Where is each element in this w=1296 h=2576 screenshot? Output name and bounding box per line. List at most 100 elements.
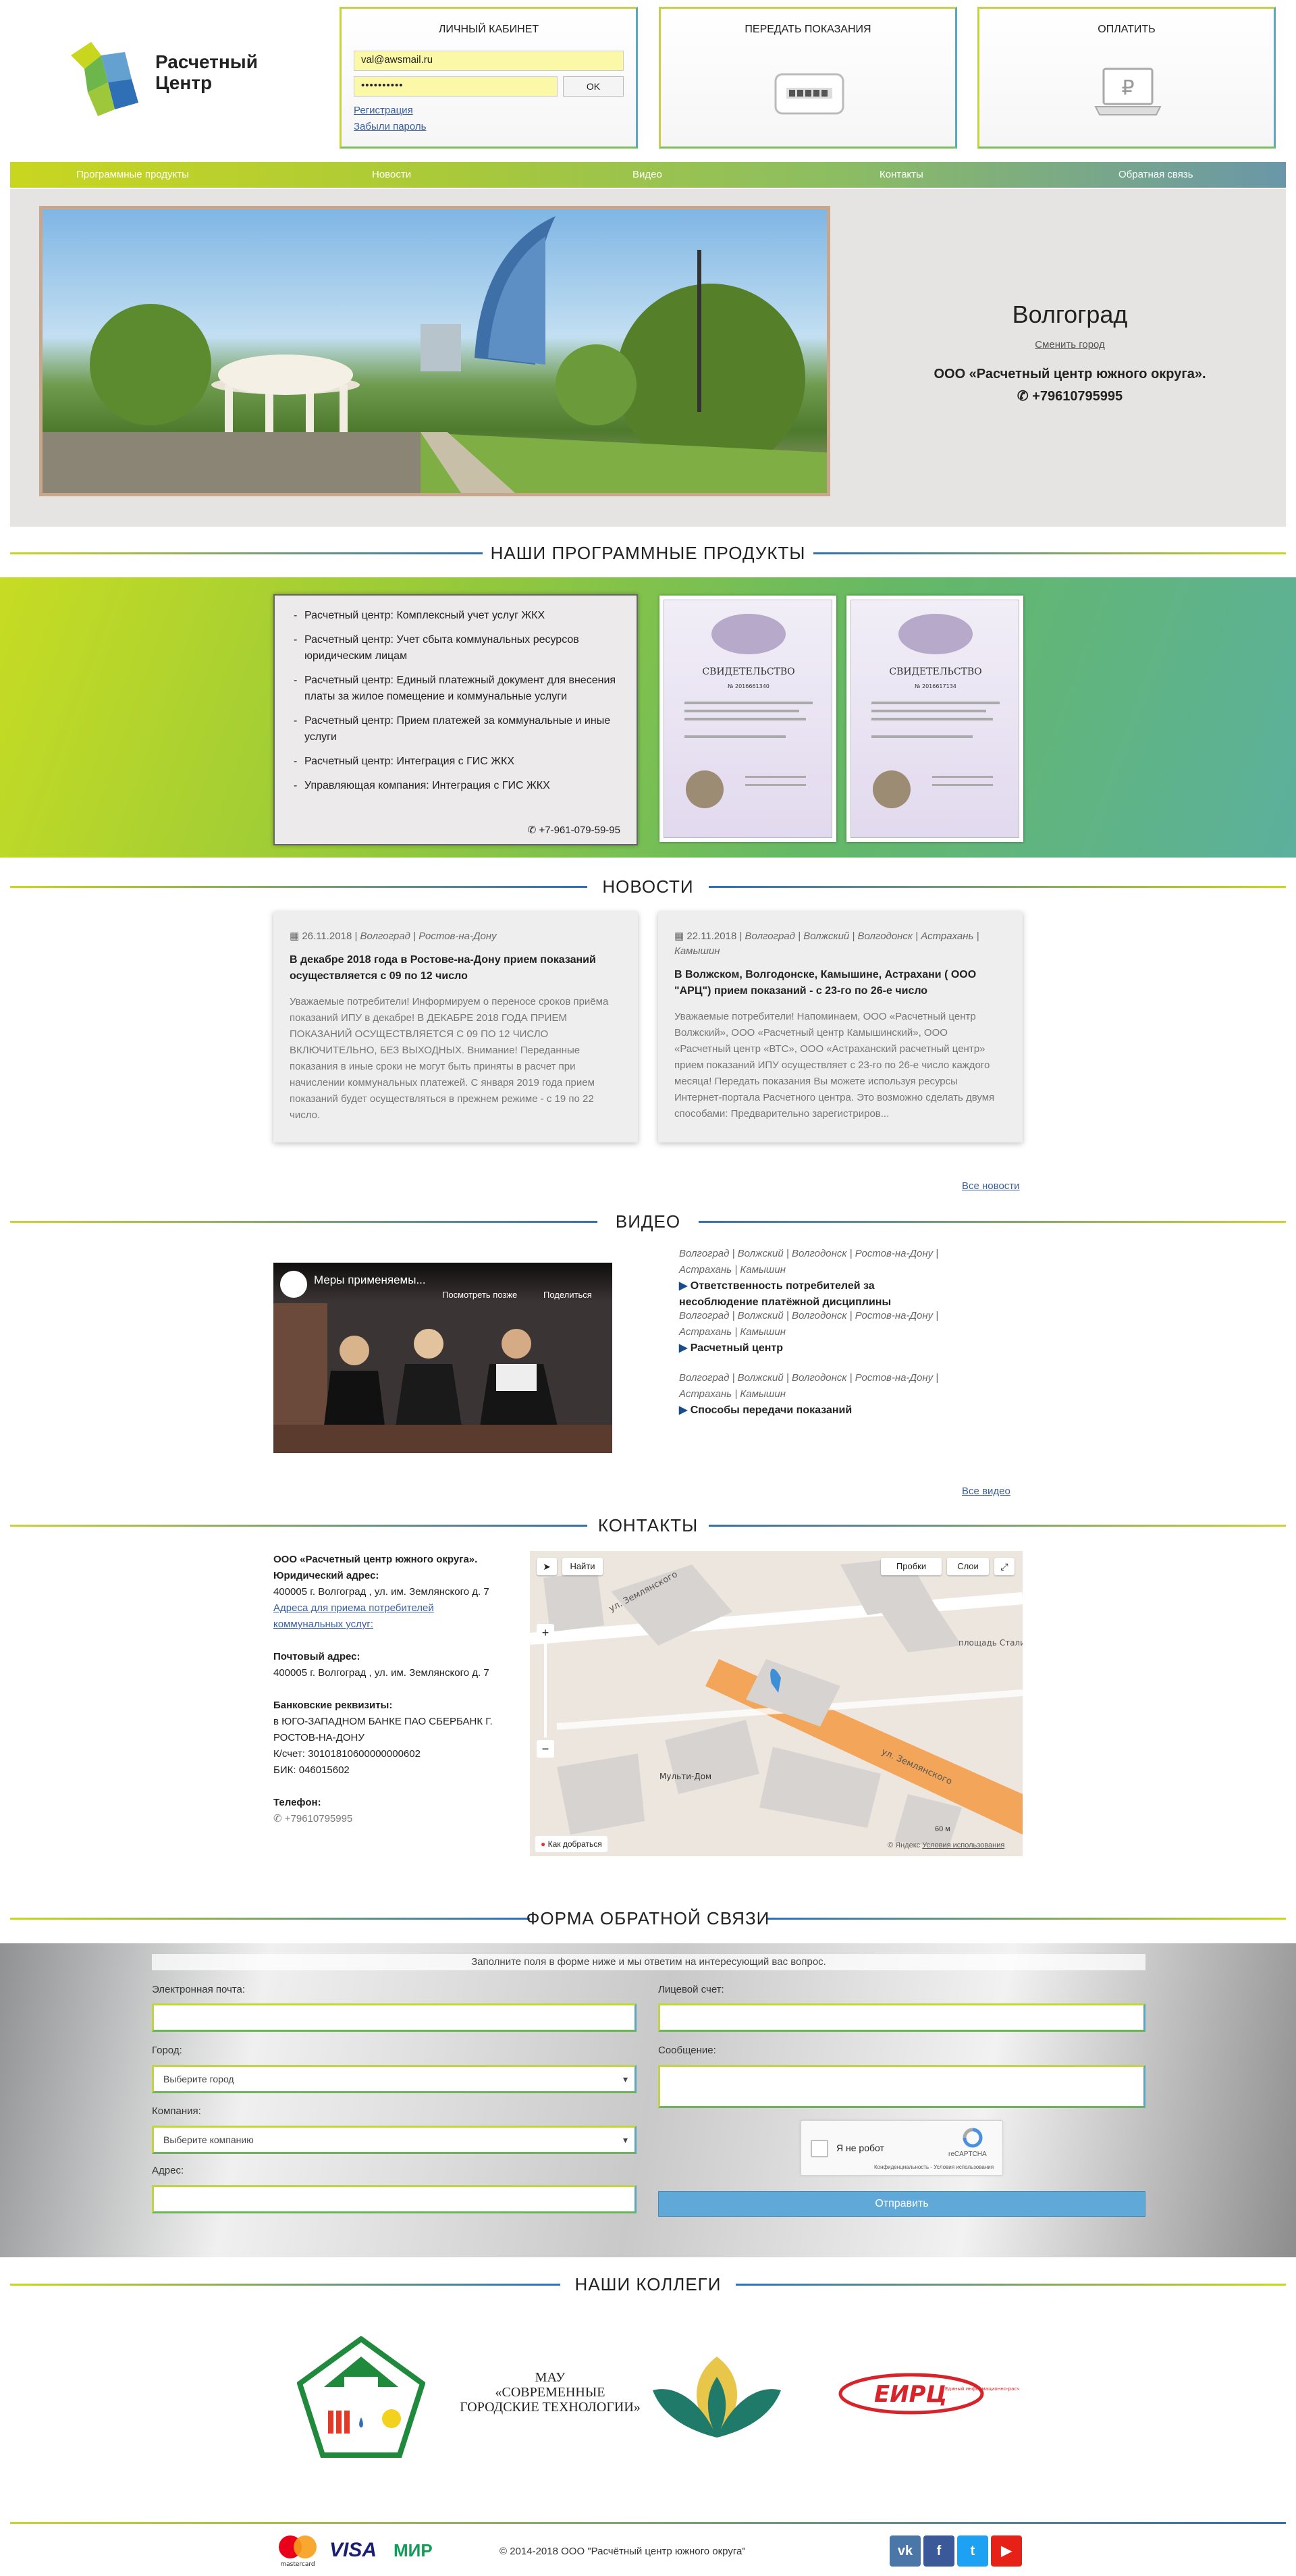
zoom-in-icon[interactable]: + xyxy=(537,1624,554,1641)
video-name[interactable]: ▶ Ответственность потребителей за несобл… xyxy=(679,1278,949,1311)
locate-icon[interactable]: ➤ xyxy=(537,1558,557,1575)
video-list: Волгоград | Волжский | Волгодонск | Рост… xyxy=(679,1246,949,1432)
news-card[interactable]: ▦ 26.11.2018 | Волгоград | Ростов-на-Дон… xyxy=(273,912,638,1142)
news-meta: ▦ 22.11.2018 | Волгоград | Волжский | Во… xyxy=(674,930,979,957)
city-photo xyxy=(39,206,830,496)
recaptcha-terms[interactable]: Конфиденциальность - Условия использован… xyxy=(874,2164,994,2170)
bank-label: Банковские реквизиты: xyxy=(273,1700,393,1711)
zoom-out-icon[interactable]: − xyxy=(537,1740,554,1758)
video-name[interactable]: ▶ Расчетный центр xyxy=(679,1340,949,1357)
recaptcha-label: Я не робот xyxy=(836,2143,884,2153)
map-search-button[interactable]: Найти xyxy=(562,1558,603,1575)
zoom-slider[interactable] xyxy=(544,1643,547,1737)
certificate-1[interactable]: СВИДЕТЕЛЬСТВО № 2016661340 xyxy=(659,596,836,842)
colleague-logo-4[interactable]: ЕИРЦ Единый информационно-расчетный цент… xyxy=(837,2370,1052,2417)
menu-item-video[interactable]: Видео xyxy=(632,169,662,180)
facebook-icon[interactable]: f xyxy=(923,2535,954,2567)
service-addresses-link[interactable]: Адреса для приема потребителей коммуналь… xyxy=(273,1602,434,1630)
svg-text:mastercard: mastercard xyxy=(280,2561,315,2568)
map-scale: 60 м xyxy=(935,1825,950,1833)
feedback-message-textarea[interactable] xyxy=(658,2065,1145,2108)
mau-label: МАУ xyxy=(535,2370,566,2385)
visa-logo: VISA xyxy=(329,2539,377,2561)
recaptcha-checkbox[interactable] xyxy=(811,2140,828,2157)
contact-phone: ✆ +79610795995 xyxy=(273,1813,353,1824)
youtube-icon[interactable]: ▶ xyxy=(991,2535,1022,2567)
svg-text:№ 2016617134: № 2016617134 xyxy=(915,683,956,689)
contacts-section-title: КОНТАКТЫ xyxy=(10,1515,1286,1535)
map-layers-button[interactable]: Слои xyxy=(947,1558,989,1575)
change-city-link[interactable]: Сменить город xyxy=(942,339,1198,350)
select-arrow-icon: ▾ xyxy=(622,2074,628,2084)
menu-item-contacts[interactable]: Контакты xyxy=(880,169,923,180)
phone-icon: ✆ xyxy=(273,1813,285,1824)
mir-logo: МИР xyxy=(394,2540,433,2560)
send-button[interactable]: Отправить xyxy=(658,2191,1145,2217)
video-name[interactable]: ▶ Способы передачи показаний xyxy=(679,1402,949,1419)
company-label: Компания: xyxy=(152,2105,201,2117)
login-ok-button[interactable]: OK xyxy=(563,76,624,97)
video-list-item[interactable]: Волгоград | Волжский | Волгодонск | Рост… xyxy=(679,1308,949,1370)
product-item[interactable]: Управляющая компания: Интеграция с ГИС Ж… xyxy=(294,778,618,794)
news-title[interactable]: В Волжском, Волгодонске, Камышине, Астра… xyxy=(674,967,1006,999)
legal-address: 400005 г. Волгоград , ул. им. Землянског… xyxy=(273,1586,489,1598)
logo-mark-icon xyxy=(71,42,138,116)
vk-icon[interactable]: vk xyxy=(890,2535,921,2567)
product-item[interactable]: Расчетный центр: Комплексный учет услуг … xyxy=(294,608,618,624)
youtube-icon: ▶ xyxy=(679,1404,691,1416)
product-item[interactable]: Расчетный центр: Учет сбыта коммунальных… xyxy=(294,632,618,664)
colleagues-section-title: НАШИ КОЛЛЕГИ xyxy=(10,2274,1286,2294)
video-list-item[interactable]: Волгоград | Волжский | Волгодонск | Рост… xyxy=(679,1370,949,1432)
login-email-input[interactable]: val@awsmail.ru xyxy=(354,51,624,71)
menu-item-products[interactable]: Программные продукты xyxy=(76,169,189,180)
map-route-button[interactable]: ● Как добраться xyxy=(535,1836,608,1852)
feedback-email-input[interactable] xyxy=(152,2003,637,2032)
product-item[interactable]: Расчетный центр: Единый платежный докуме… xyxy=(294,673,618,705)
map-traffic-button[interactable]: Пробки xyxy=(881,1558,942,1575)
certificate-emblem-icon: СВИДЕТЕЛЬСТВО № 2016661340 xyxy=(684,614,813,808)
yandex-map[interactable]: ул. Землянского ул. Землянского площадь … xyxy=(530,1551,1023,1856)
video-tags: Волгоград | Волжский | Волгодонск | Рост… xyxy=(679,1372,939,1400)
watch-later-button[interactable]: Посмотреть позже xyxy=(442,1290,517,1300)
postal-address-label: Почтовый адрес: xyxy=(273,1651,360,1662)
twitter-icon[interactable]: t xyxy=(957,2535,988,2567)
fullscreen-icon[interactable]: ⤢ xyxy=(994,1558,1015,1575)
company-name: ООО «Расчетный центр южного округа». xyxy=(934,367,1206,382)
all-news-link[interactable]: Все новости xyxy=(962,1180,1020,1192)
news-card[interactable]: ▦ 22.11.2018 | Волгоград | Волжский | Во… xyxy=(658,912,1023,1142)
city-name: Волгоград xyxy=(1012,300,1128,328)
products-list: Расчетный центр: Комплексный учет услуг … xyxy=(273,594,638,845)
register-link[interactable]: Регистрация xyxy=(354,105,413,116)
login-panel: ЛИЧНЫЙ КАБИНЕТ val@awsmail.ru ••••••••••… xyxy=(340,7,638,149)
laptop-ruble-icon: ₽ xyxy=(1094,68,1162,115)
all-videos-link[interactable]: Все видео xyxy=(962,1486,1010,1497)
login-password-input[interactable]: •••••••••• xyxy=(354,76,558,97)
mau-name: «СОВРЕМЕННЫЕ ГОРОДСКИЕ ТЕХНОЛОГИИ» xyxy=(460,2385,641,2415)
email-label: Электронная почта: xyxy=(152,1984,246,1995)
video-tags: Волгоград | Волжский | Волгодонск | Рост… xyxy=(679,1248,939,1276)
video-player[interactable]: Меры применяемы... Посмотреть позже Поде… xyxy=(273,1263,612,1453)
feedback-account-input[interactable] xyxy=(658,2003,1145,2032)
select-arrow-icon: ▾ xyxy=(622,2134,628,2145)
product-item[interactable]: Расчетный центр: Интеграция с ГИС ЖКХ xyxy=(294,754,618,770)
menu-item-news[interactable]: Новости xyxy=(372,169,411,180)
phone-icon: ✆ xyxy=(527,824,539,836)
colleague-logo-2[interactable]: МАУ «СОВРЕМЕННЫЕ ГОРОДСКИЕ ТЕХНОЛОГИИ» xyxy=(459,2370,641,2415)
channel-avatar[interactable] xyxy=(280,1271,307,1298)
colleague-logo-1[interactable] xyxy=(296,2336,426,2458)
news-title[interactable]: В декабре 2018 года в Ростове-на-Дону пр… xyxy=(290,952,622,984)
footer-divider xyxy=(10,2522,1286,2524)
video-list-item[interactable]: Волгоград | Волжский | Волгодонск | Рост… xyxy=(679,1246,949,1308)
menu-item-feedback[interactable]: Обратная связь xyxy=(1118,169,1193,180)
certificate-2[interactable]: СВИДЕТЕЛЬСТВО № 2016617134 xyxy=(846,596,1023,842)
feedback-address-input[interactable] xyxy=(152,2185,637,2213)
share-button[interactable]: Поделиться xyxy=(543,1290,592,1300)
postal-address: 400005 г. Волгоград , ул. им. Землянског… xyxy=(273,1667,489,1679)
product-item[interactable]: Расчетный центр: Прием платежей за комму… xyxy=(294,713,618,745)
city-select[interactable]: Выберите город ▾ xyxy=(152,2065,637,2093)
forgot-password-link[interactable]: Забыли пароль xyxy=(354,121,426,132)
colleague-logo-3[interactable] xyxy=(649,2350,784,2444)
company-select[interactable]: Выберите компанию ▾ xyxy=(152,2126,637,2154)
pay-panel[interactable]: ОПЛАТИТЬ ₽ xyxy=(977,7,1276,149)
readings-panel[interactable]: ПЕРЕДАТЬ ПОКАЗАНИЯ xyxy=(659,7,957,149)
